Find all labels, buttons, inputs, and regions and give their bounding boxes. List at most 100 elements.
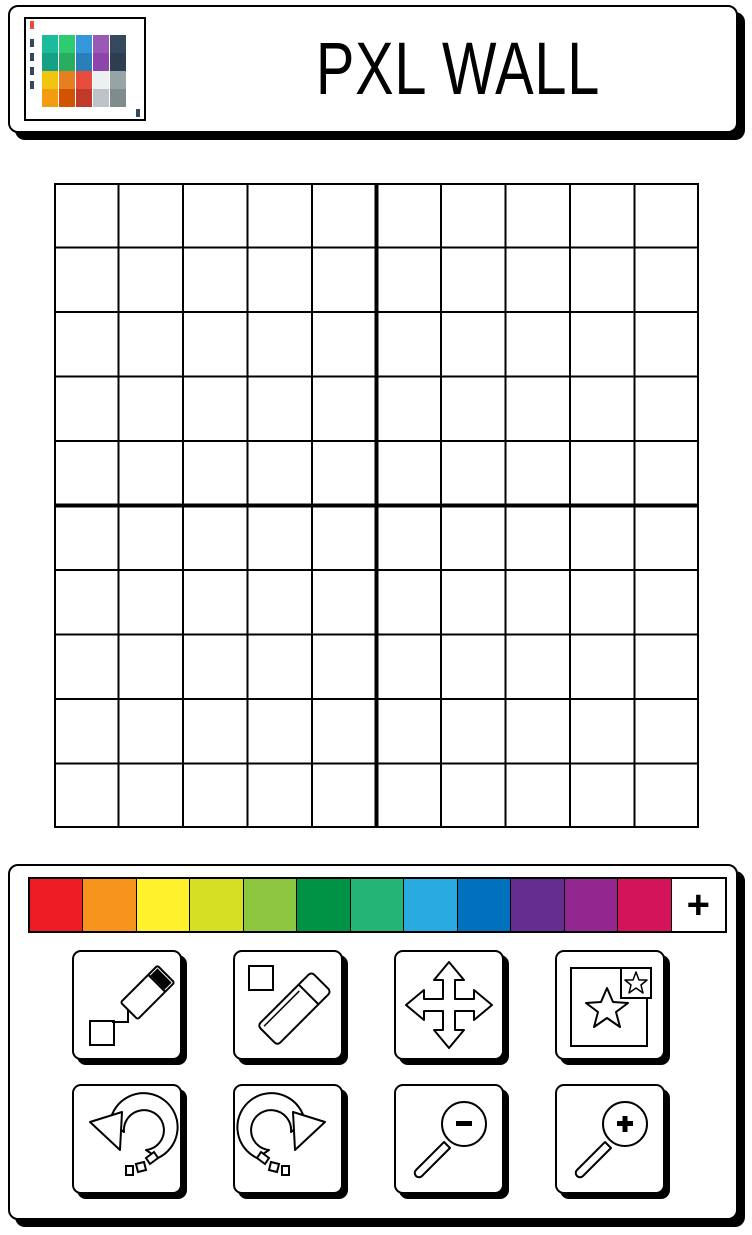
- pixel-cell[interactable]: [570, 247, 635, 313]
- pixel-cell[interactable]: [54, 183, 119, 248]
- pixel-cell[interactable]: [634, 570, 700, 635]
- pixel-cell[interactable]: [441, 570, 506, 635]
- add-color-button[interactable]: +: [671, 879, 726, 931]
- pixel-cell[interactable]: [183, 183, 248, 248]
- pixel-cell[interactable]: [312, 376, 377, 442]
- eraser-tool-button[interactable]: [233, 950, 343, 1060]
- pixel-cell[interactable]: [634, 763, 700, 829]
- pixel-cell[interactable]: [247, 312, 313, 377]
- pixel-cell[interactable]: [570, 699, 635, 764]
- pixel-cell[interactable]: [441, 699, 506, 764]
- pixel-cell[interactable]: [376, 247, 442, 313]
- pixel-cell[interactable]: [570, 312, 635, 377]
- pixel-cell[interactable]: [54, 634, 119, 700]
- pixel-cell[interactable]: [376, 505, 442, 571]
- zoom-out-button[interactable]: [394, 1084, 504, 1194]
- pencil-tool-button[interactable]: [72, 950, 182, 1060]
- pixel-cell[interactable]: [312, 441, 377, 506]
- pixel-cell[interactable]: [505, 183, 571, 248]
- pixel-cell[interactable]: [118, 312, 184, 377]
- pixel-cell[interactable]: [634, 183, 700, 248]
- pixel-cell[interactable]: [570, 376, 635, 442]
- pixel-cell[interactable]: [505, 763, 571, 829]
- pixel-cell[interactable]: [570, 505, 635, 571]
- pixel-cell[interactable]: [634, 699, 700, 764]
- pixel-cell[interactable]: [118, 699, 184, 764]
- color-swatch-6[interactable]: [297, 879, 351, 931]
- pixel-cell[interactable]: [570, 634, 635, 700]
- pixel-cell[interactable]: [376, 763, 442, 829]
- pixel-cell[interactable]: [505, 634, 571, 700]
- pixel-cell[interactable]: [570, 570, 635, 635]
- color-swatch-12[interactable]: [618, 879, 672, 931]
- undo-button[interactable]: [72, 1084, 182, 1194]
- pixel-cell[interactable]: [570, 763, 635, 829]
- pixel-cell[interactable]: [376, 570, 442, 635]
- pixel-cell[interactable]: [441, 247, 506, 313]
- pixel-cell[interactable]: [634, 376, 700, 442]
- pixel-cell[interactable]: [505, 699, 571, 764]
- pixel-cell[interactable]: [247, 183, 313, 248]
- color-swatch-5[interactable]: [243, 879, 298, 931]
- pixel-cell[interactable]: [376, 183, 442, 248]
- color-swatch-3[interactable]: [136, 879, 191, 931]
- pixel-cell[interactable]: [634, 247, 700, 313]
- pixel-cell[interactable]: [183, 312, 248, 377]
- pixel-cell[interactable]: [570, 441, 635, 506]
- pixel-cell[interactable]: [312, 699, 377, 764]
- pixel-cell[interactable]: [441, 505, 506, 571]
- pixel-cell[interactable]: [441, 183, 506, 248]
- pixel-cell[interactable]: [247, 247, 313, 313]
- pixel-cell[interactable]: [183, 634, 248, 700]
- pixel-cell[interactable]: [376, 376, 442, 442]
- pixel-cell[interactable]: [247, 441, 313, 506]
- pixel-cell[interactable]: [118, 247, 184, 313]
- pixel-cell[interactable]: [118, 763, 184, 829]
- pixel-cell[interactable]: [505, 312, 571, 377]
- pixel-cell[interactable]: [570, 183, 635, 248]
- color-swatch-4[interactable]: [190, 879, 244, 931]
- pixel-cell[interactable]: [183, 763, 248, 829]
- pixel-cell[interactable]: [183, 570, 248, 635]
- pixel-cell[interactable]: [312, 763, 377, 829]
- pixel-cell[interactable]: [247, 505, 313, 571]
- color-swatch-1[interactable]: [30, 879, 84, 931]
- pixel-cell[interactable]: [634, 441, 700, 506]
- pixel-cell[interactable]: [312, 570, 377, 635]
- pixel-cell[interactable]: [183, 699, 248, 764]
- pixel-cell[interactable]: [118, 441, 184, 506]
- pixel-cell[interactable]: [54, 376, 119, 442]
- pixel-cell[interactable]: [183, 441, 248, 506]
- pixel-cell[interactable]: [312, 312, 377, 377]
- pixel-cell[interactable]: [118, 570, 184, 635]
- pixel-cell[interactable]: [183, 505, 248, 571]
- pixel-cell[interactable]: [505, 505, 571, 571]
- pixel-cell[interactable]: [247, 763, 313, 829]
- pixel-cell[interactable]: [376, 699, 442, 764]
- color-swatch-11[interactable]: [564, 879, 619, 931]
- pixel-cell[interactable]: [54, 247, 119, 313]
- pixel-cell[interactable]: [118, 376, 184, 442]
- pixel-cell[interactable]: [54, 441, 119, 506]
- color-swatch-9[interactable]: [457, 879, 512, 931]
- pixel-cell[interactable]: [247, 376, 313, 442]
- pixel-cell[interactable]: [247, 634, 313, 700]
- pixel-cell[interactable]: [441, 763, 506, 829]
- zoom-in-button[interactable]: [555, 1084, 665, 1194]
- pixel-cell[interactable]: [634, 505, 700, 571]
- pixel-cell[interactable]: [247, 570, 313, 635]
- pixel-cell[interactable]: [118, 183, 184, 248]
- pixel-cell[interactable]: [441, 441, 506, 506]
- pixel-cell[interactable]: [505, 376, 571, 442]
- pixel-cell[interactable]: [118, 505, 184, 571]
- pixel-cell[interactable]: [312, 505, 377, 571]
- pixel-cell[interactable]: [312, 634, 377, 700]
- color-swatch-2[interactable]: [83, 879, 137, 931]
- pixel-cell[interactable]: [118, 634, 184, 700]
- pixel-cell[interactable]: [54, 763, 119, 829]
- pixel-cell[interactable]: [376, 441, 442, 506]
- pixel-cell[interactable]: [376, 312, 442, 377]
- pixel-cell[interactable]: [312, 183, 377, 248]
- pixel-cell[interactable]: [505, 247, 571, 313]
- stamp-tool-button[interactable]: [555, 950, 665, 1060]
